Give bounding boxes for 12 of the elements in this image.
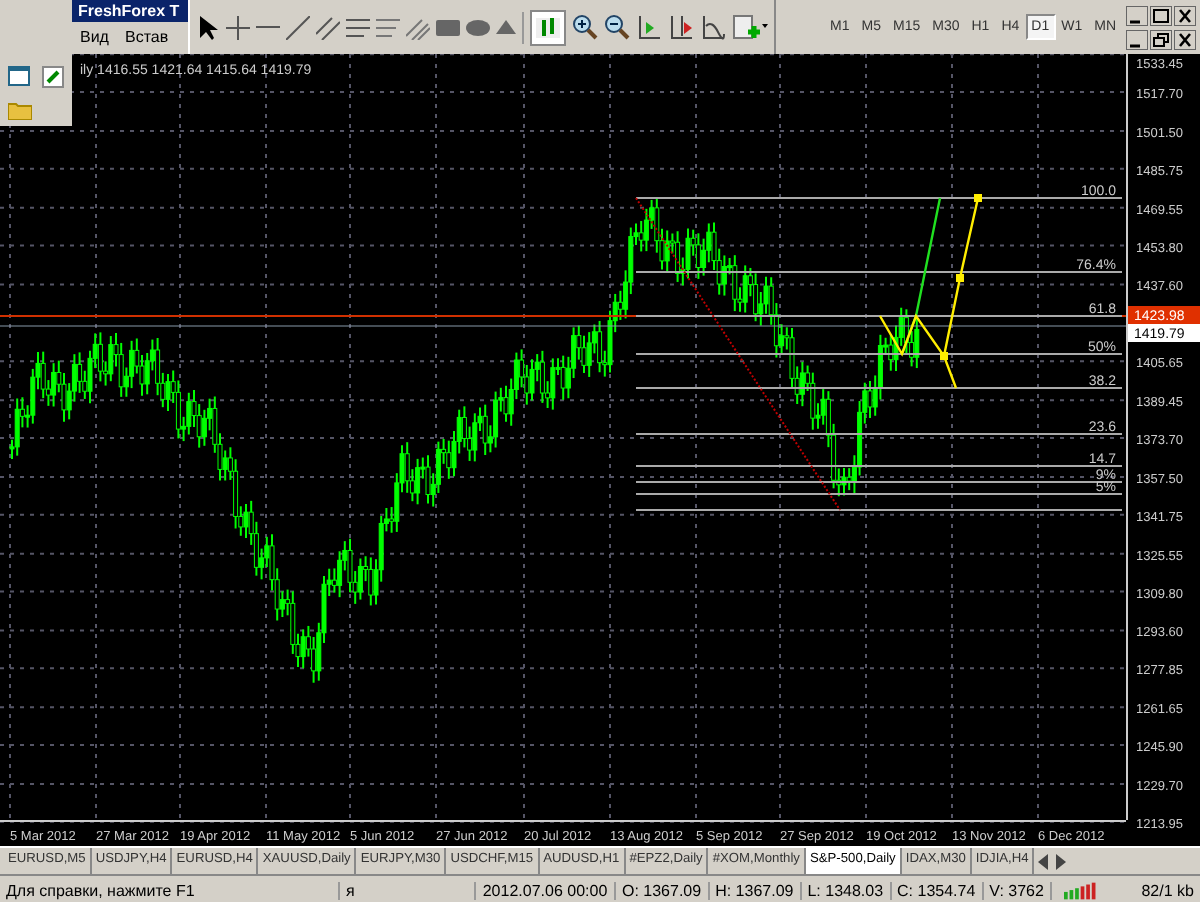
status-close: C: 1354.74 (891, 881, 984, 899)
status-open: O: 1367.09 (615, 881, 710, 899)
status-time: 2012.07.06 00:00 (476, 881, 616, 899)
status-help-text: Для справки, нажмите F1 (0, 881, 340, 899)
status-volume: V: 3762 (983, 881, 1053, 899)
status-traffic: 82/1 kb (1139, 881, 1196, 899)
window-title: FreshForex T (72, 0, 188, 22)
status-low: L: 1348.03 (801, 881, 892, 899)
menu-item[interactable]: Вид (80, 28, 109, 46)
status-high: H: 1367.09 (709, 881, 802, 899)
status-profile: я (339, 881, 477, 899)
menu-item[interactable]: Встав (124, 28, 169, 46)
